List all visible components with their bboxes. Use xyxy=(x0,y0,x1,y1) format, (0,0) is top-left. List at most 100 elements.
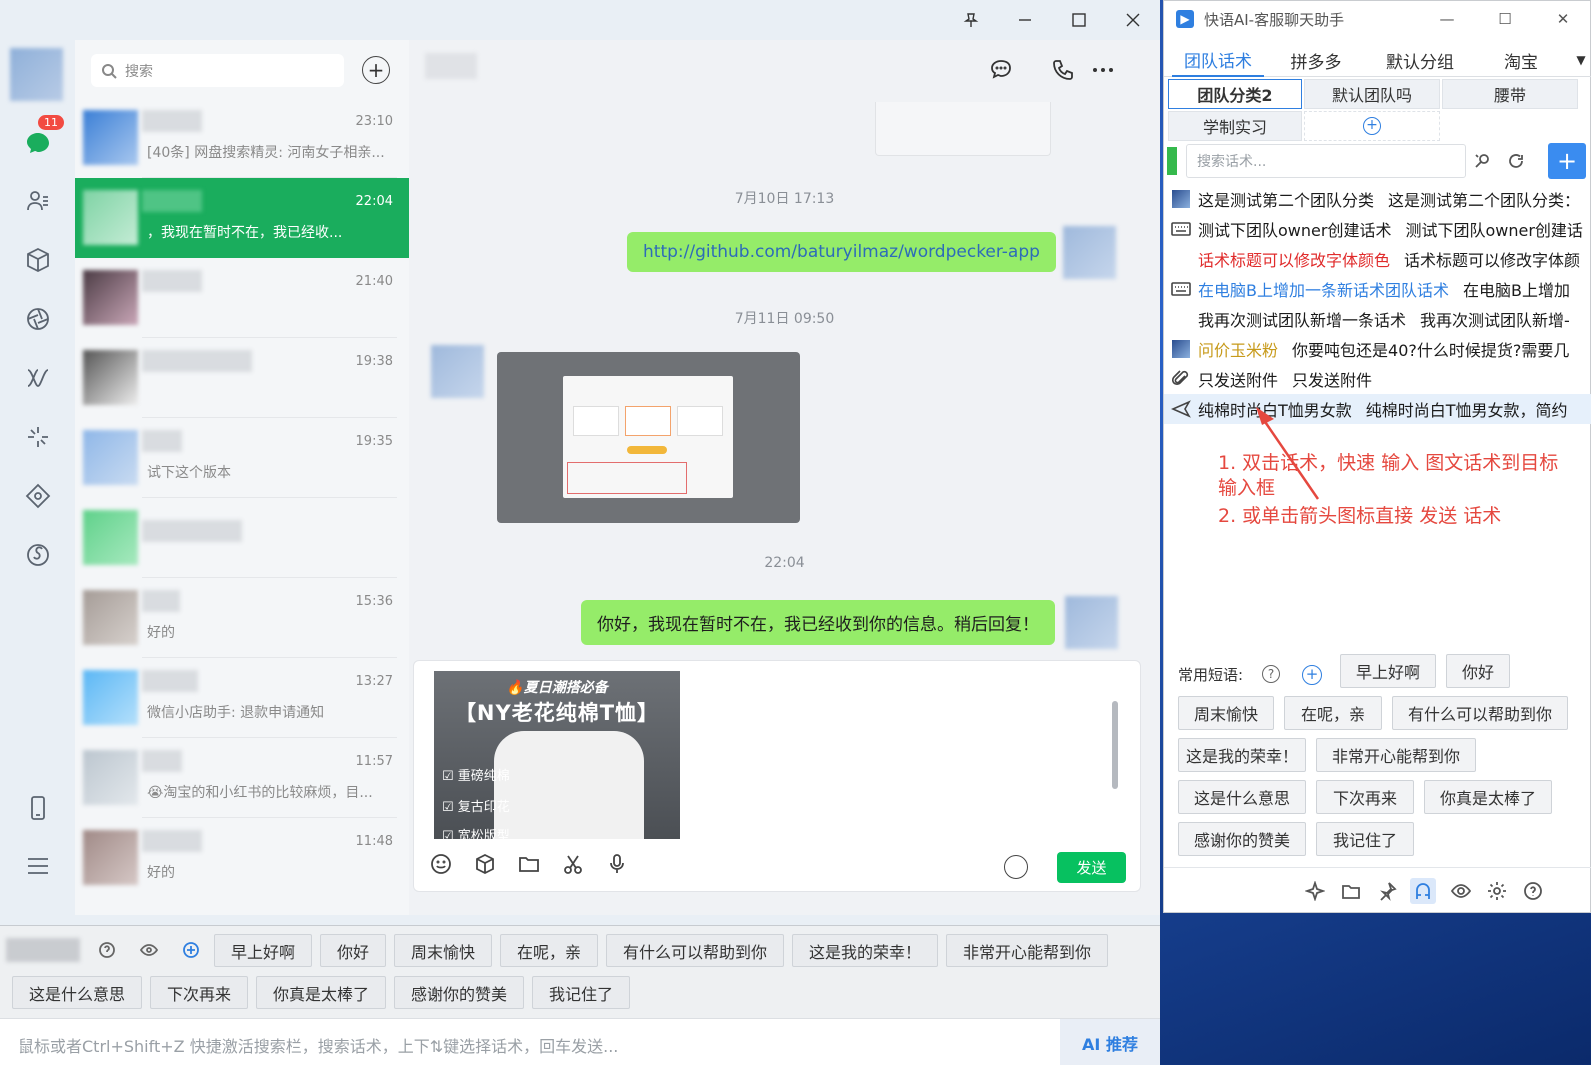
conversation-time: 19:38 xyxy=(355,354,393,369)
add-icon[interactable]: + xyxy=(362,56,390,84)
conversation-item[interactable]: 13:27 微信小店助手: 退款申请通知 xyxy=(75,658,409,738)
conversation-item[interactable]: 23:10 [40条] 网盘搜索精灵: 河南女子相亲... xyxy=(75,98,409,178)
conversation-item[interactable]: 19:38 xyxy=(75,338,409,418)
phrase-chip[interactable]: 感谢你的赞美 xyxy=(1178,822,1306,856)
outgoing-text-message[interactable]: 你好，我现在暂时不在，我已经收到你的信息。稍后回复！ xyxy=(581,600,1055,645)
quick-reply-chip[interactable]: 我记住了 xyxy=(532,976,630,1009)
phone-icon[interactable] xyxy=(20,790,56,826)
conversation-item[interactable]: 19:35 试下这个版本 xyxy=(75,418,409,498)
self-avatar xyxy=(1065,596,1118,649)
search-feature-icon[interactable] xyxy=(20,419,56,455)
previous-message-card xyxy=(875,102,1051,156)
channels-icon[interactable] xyxy=(20,360,56,396)
phrase-chip[interactable]: 非常开心能帮到你 xyxy=(1316,738,1476,772)
conversation-name xyxy=(142,350,252,372)
phrase-chip[interactable]: 这是什么意思 xyxy=(1178,780,1306,814)
eye-icon[interactable] xyxy=(1448,878,1474,904)
product-image-draft[interactable]: 🔥夏日潮搭必备 【NY老花纯棉T恤】 ☑ 重磅纯棉 ☑ 复古印花 ☑ 宽松版型 xyxy=(434,671,680,839)
avatar xyxy=(83,430,138,485)
conversation-time: 21:40 xyxy=(355,274,393,289)
quick-search-hint: 鼠标或者Ctrl+Shift+Z 快捷激活搜索栏，搜索话术，上下⇅键选择话术，回… xyxy=(18,1037,619,1056)
phrase-chip[interactable]: 下次再来 xyxy=(1316,780,1414,814)
help-icon[interactable]: ? xyxy=(1262,665,1280,683)
avatar xyxy=(83,670,138,725)
product-feature: ☑ 重磅纯棉 xyxy=(442,769,510,784)
pin-icon[interactable] xyxy=(1374,878,1400,904)
annotation-arrow xyxy=(1256,407,1320,500)
input-scrollbar[interactable] xyxy=(1112,701,1118,789)
call-icon[interactable] xyxy=(1049,56,1077,84)
wechat-titlebar xyxy=(0,0,1160,40)
conversation-item[interactable]: 21:40 xyxy=(75,258,409,338)
conversation-item-active[interactable]: 22:04 ，我现在暂时不在，我已经收... xyxy=(75,178,409,258)
quick-reply-chip[interactable]: 感谢你的赞美 xyxy=(394,976,524,1009)
conversation-item[interactable]: 15:36 好的 xyxy=(75,578,409,658)
chat-icon[interactable]: 11 xyxy=(20,115,64,161)
emoji-icon[interactable] xyxy=(428,851,454,877)
phrase-chip[interactable]: 我记住了 xyxy=(1316,822,1414,856)
settings-icon[interactable] xyxy=(1484,878,1510,904)
conversation-name xyxy=(142,270,202,292)
quick-reply-chip[interactable]: 在呢，亲 xyxy=(500,934,598,967)
folder-icon[interactable] xyxy=(516,851,542,877)
assistant-footer-toolbar xyxy=(1164,867,1591,913)
conversation-name xyxy=(142,430,182,452)
phrase-chip[interactable]: 早上好啊 xyxy=(1340,654,1436,688)
help-icon[interactable] xyxy=(1520,878,1546,904)
search-input[interactable]: 搜索 xyxy=(91,54,344,87)
pin-icon[interactable] xyxy=(944,0,998,40)
magnet-icon[interactable] xyxy=(1410,878,1436,904)
eye-icon[interactable] xyxy=(138,939,160,961)
quick-reply-chip[interactable]: 周末愉快 xyxy=(394,934,492,967)
phrase-chip[interactable]: 你真是太棒了 xyxy=(1424,780,1552,814)
time-stamp: 7月11日 09:50 xyxy=(734,311,835,327)
ai-recommend-button[interactable]: AI 推荐 xyxy=(1060,1019,1160,1065)
favorites-send-icon[interactable] xyxy=(472,851,498,877)
quick-reply-chip[interactable]: 有什么可以帮助到你 xyxy=(606,934,784,967)
conversation-item[interactable]: 11:57 😭淘宝的和小红书的比较麻烦，目... xyxy=(75,738,409,818)
phrase-chip[interactable]: 你好 xyxy=(1446,654,1510,688)
menu-icon[interactable] xyxy=(20,848,56,884)
conversation-preview: 试下这个版本 xyxy=(147,465,231,481)
conversation-preview: 好的 xyxy=(147,625,175,641)
quick-reply-chip[interactable]: 这是我的荣幸！ xyxy=(792,934,938,967)
sparkle-icon[interactable] xyxy=(1302,878,1328,904)
user-avatar[interactable] xyxy=(10,48,63,101)
quick-reply-chip[interactable]: 你好 xyxy=(320,934,386,967)
favorites-icon[interactable] xyxy=(20,242,56,278)
phrase-chip[interactable]: 有什么可以帮助到你 xyxy=(1392,696,1568,730)
moments-icon[interactable] xyxy=(20,301,56,337)
product-feature: ☑ 复古印花 xyxy=(442,800,510,815)
chat-info-icon[interactable] xyxy=(987,56,1015,84)
phrase-chip[interactable]: 周末愉快 xyxy=(1178,696,1274,730)
quick-reply-chip[interactable]: 早上好啊 xyxy=(214,934,312,967)
quick-reply-chip[interactable]: 下次再来 xyxy=(150,976,248,1009)
message-input-area[interactable]: 🔥夏日潮搭必备 【NY老花纯棉T恤】 ☑ 重磅纯棉 ☑ 复古印花 ☑ 宽松版型 … xyxy=(413,660,1141,892)
voice-call-icon[interactable] xyxy=(1004,855,1028,879)
outgoing-link-message[interactable]: http://github.com/baturyilmaz/wordpecker… xyxy=(627,232,1056,272)
conversation-item[interactable] xyxy=(75,498,409,578)
add-phrase-icon[interactable] xyxy=(180,939,202,961)
maximize-icon[interactable] xyxy=(1052,0,1106,40)
more-icon[interactable] xyxy=(1089,56,1117,84)
scissors-icon[interactable] xyxy=(560,851,586,877)
help-icon[interactable] xyxy=(96,939,118,961)
quick-search-bar[interactable]: 鼠标或者Ctrl+Shift+Z 快捷激活搜索栏，搜索话术，上下⇅键选择话术，回… xyxy=(0,1018,1160,1065)
quick-reply-chip[interactable]: 你真是太棒了 xyxy=(256,976,386,1009)
quick-reply-chip[interactable]: 非常开心能帮到你 xyxy=(946,934,1108,967)
miniprogram-icon[interactable] xyxy=(20,537,56,573)
quick-reply-chip[interactable]: 这是什么意思 xyxy=(12,976,142,1009)
conversation-item[interactable]: 11:48 好的 xyxy=(75,818,409,898)
add-phrase-icon[interactable]: + xyxy=(1302,665,1322,685)
minimize-icon[interactable] xyxy=(998,0,1052,40)
miniprogram-panel-icon[interactable] xyxy=(20,478,56,514)
conversation-time: 11:48 xyxy=(355,834,393,849)
phrase-chip[interactable]: 在呢，亲 xyxy=(1284,696,1382,730)
folder-icon[interactable] xyxy=(1338,878,1364,904)
close-icon[interactable] xyxy=(1106,0,1160,40)
image-message[interactable] xyxy=(497,352,800,523)
phrase-chip[interactable]: 这是我的荣幸！ xyxy=(1178,738,1306,772)
microphone-icon[interactable] xyxy=(604,851,630,877)
send-button[interactable]: 发送 xyxy=(1057,852,1126,883)
contacts-icon[interactable] xyxy=(20,183,56,219)
